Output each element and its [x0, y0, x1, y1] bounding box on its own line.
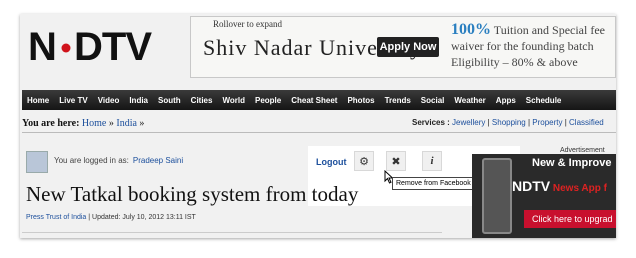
- app-ad-brand: NDTV News App f: [512, 178, 607, 194]
- nav-item-india[interactable]: India: [124, 96, 153, 105]
- app-ad-brand-text: News App f: [550, 183, 607, 194]
- nav-item-photos[interactable]: Photos: [342, 96, 379, 105]
- apply-now-button[interactable]: Apply Now: [377, 37, 439, 57]
- article-byline: Press Trust of India | Updated: July 10,…: [26, 214, 196, 221]
- browser-screenshot: N DTV Rollover to expand Shiv Nadar Univ…: [20, 14, 616, 238]
- nav-item-world[interactable]: World: [217, 96, 250, 105]
- user-avatar[interactable]: [26, 151, 48, 173]
- gear-icon: ⚙: [359, 155, 369, 168]
- settings-button[interactable]: ⚙: [354, 151, 374, 171]
- phone-image: [482, 158, 512, 234]
- nav-item-video[interactable]: Video: [93, 96, 125, 105]
- breadcrumb-separator: »: [106, 118, 117, 129]
- breadcrumb-india-link[interactable]: India: [116, 118, 137, 129]
- ad-line-3: Eligibility – 80% & above: [451, 55, 578, 69]
- login-status-text: You are logged in as:: [54, 156, 129, 165]
- ad-line-2: waiver for the founding batch: [451, 39, 594, 53]
- nav-item-trends[interactable]: Trends: [380, 96, 416, 105]
- user-name-link[interactable]: Pradeep Saini: [133, 156, 183, 165]
- article-headline: New Tatkal booking system from today: [26, 182, 359, 206]
- main-nav: Home Live TV Video India South Cities Wo…: [22, 90, 616, 110]
- service-link-property[interactable]: Property: [532, 118, 562, 127]
- login-status: You are logged in as: Pradeep Saini: [54, 156, 183, 165]
- nav-item-cities[interactable]: Cities: [186, 96, 218, 105]
- nav-item-apps[interactable]: Apps: [491, 96, 521, 105]
- service-link-classified[interactable]: Classified: [569, 118, 604, 127]
- breadcrumb-home-link[interactable]: Home: [82, 118, 106, 129]
- divider: [22, 132, 616, 133]
- info-button[interactable]: i: [422, 151, 442, 171]
- nav-item-south[interactable]: South: [153, 96, 186, 105]
- info-icon: i: [430, 155, 434, 167]
- upgrade-button[interactable]: Click here to upgrad: [524, 210, 616, 228]
- nav-item-social[interactable]: Social: [416, 96, 450, 105]
- service-link-jewellery[interactable]: Jewellery: [452, 118, 485, 127]
- app-ad-title: New & Improve: [532, 157, 612, 169]
- article-updated: | Updated: July 10, 2012 13:11 IST: [86, 214, 196, 221]
- breadcrumb-end: »: [136, 118, 145, 129]
- nav-item-weather[interactable]: Weather: [449, 96, 490, 105]
- app-ad-brand-name: NDTV: [512, 178, 551, 194]
- nav-item-home[interactable]: Home: [22, 96, 54, 105]
- university-banner-ad[interactable]: Rollover to expand Shiv Nadar University…: [190, 16, 616, 78]
- nav-item-cheat-sheet[interactable]: Cheat Sheet: [286, 96, 342, 105]
- svg-text:DTV: DTV: [74, 26, 152, 66]
- breadcrumb-label: You are here:: [22, 118, 80, 129]
- ad-line-1: 100% Tuition and Special fee: [451, 21, 605, 39]
- article-source-link[interactable]: Press Trust of India: [26, 214, 86, 221]
- service-link-shopping[interactable]: Shopping: [492, 118, 526, 127]
- services-label: Services :: [412, 118, 450, 127]
- nav-item-schedule[interactable]: Schedule: [521, 96, 567, 105]
- ndtv-logo[interactable]: N DTV: [28, 26, 188, 66]
- advertisement-label: Advertisement: [560, 147, 605, 154]
- page-frame: N DTV Rollover to expand Shiv Nadar Univ…: [0, 0, 636, 258]
- nav-item-people[interactable]: People: [250, 96, 286, 105]
- logout-link[interactable]: Logout: [316, 157, 347, 167]
- ad-line-1-text: Tuition and Special fee: [491, 23, 605, 37]
- ad-line-1-percent: 100%: [451, 21, 491, 38]
- remove-button[interactable]: ✖: [386, 151, 406, 171]
- nav-item-live-tv[interactable]: Live TV: [54, 96, 92, 105]
- breadcrumb: You are here: Home » India »: [22, 118, 144, 129]
- ndtv-app-ad[interactable]: New & Improve NDTV News App f Click here…: [472, 154, 616, 238]
- svg-text:N: N: [28, 26, 56, 66]
- ad-rollover-text: Rollover to expand: [213, 19, 282, 29]
- services-links: Services : Jewellery | Shopping | Proper…: [412, 118, 604, 127]
- close-icon: ✖: [391, 155, 401, 168]
- divider: [22, 232, 442, 233]
